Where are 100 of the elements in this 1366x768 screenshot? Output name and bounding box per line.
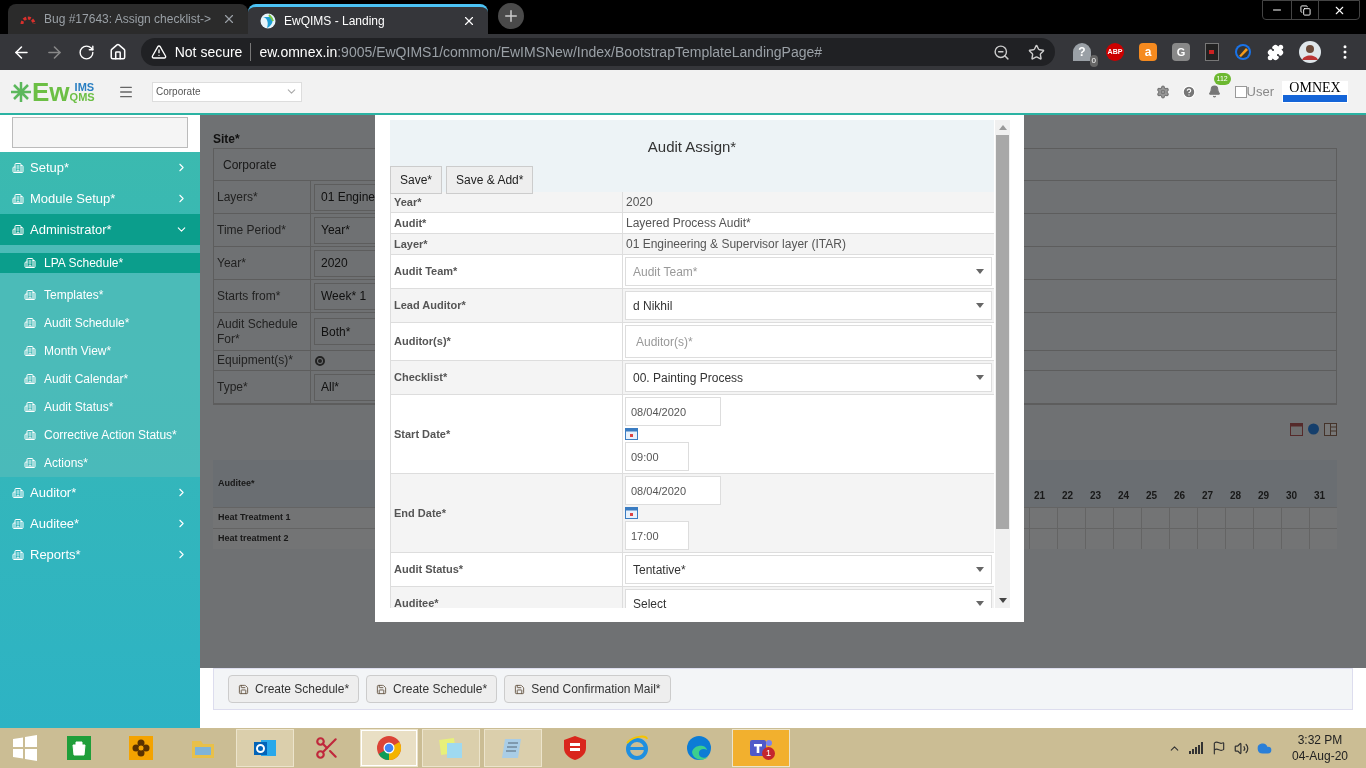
row-label: Year* <box>391 192 623 212</box>
save-icon <box>376 683 388 695</box>
help-icon[interactable] <box>1181 84 1196 99</box>
building-icon <box>12 223 24 236</box>
columns-icon[interactable] <box>1324 423 1337 436</box>
browser-tab[interactable]: EwQIMS - Landing <box>248 4 488 34</box>
sidebar-subitem[interactable]: Templates* <box>0 281 200 309</box>
building-icon <box>24 317 36 329</box>
sidebar-item[interactable]: Administrator* <box>0 214 200 245</box>
caret-icon <box>976 601 984 606</box>
date-field[interactable]: 08/04/2020 <box>625 397 721 426</box>
sidebar-subitem[interactable]: Actions* <box>0 449 200 477</box>
browser-tab[interactable]: Bug #17643: Assign checklist-> <box>8 4 248 34</box>
day-header: 25 <box>1145 488 1159 503</box>
action-button[interactable]: Send Confirmation Mail* <box>504 675 671 703</box>
building-icon <box>12 192 24 205</box>
calendar-icon[interactable] <box>625 507 638 519</box>
field-label: Equipment(s)* <box>214 351 311 370</box>
tab-title: Bug #17643: Assign checklist-> <box>44 11 213 28</box>
row-label: Heat treatment 2 <box>217 532 290 546</box>
swirl-icon <box>686 735 712 761</box>
site-select[interactable]: Corporate <box>152 81 302 102</box>
sidebar-item[interactable]: Module Setup* <box>0 183 200 214</box>
taskbar-app[interactable] <box>236 729 294 767</box>
plus-icon <box>502 7 520 25</box>
building-icon <box>24 457 36 469</box>
action-button[interactable]: Create Schedule* <box>366 675 498 703</box>
sidebar-subitem[interactable]: Month View* <box>0 337 200 365</box>
zoom-out-icon[interactable] <box>993 43 1010 61</box>
calendar-icon[interactable] <box>1290 423 1303 436</box>
building-icon <box>24 401 36 413</box>
row-value: 2020 <box>625 194 654 211</box>
select-field[interactable]: Select <box>625 589 992 608</box>
sidebar-subitem[interactable]: LPA Schedule* <box>0 253 200 273</box>
select-field[interactable]: d Nikhil <box>625 291 992 320</box>
time-field[interactable]: 09:00 <box>625 442 689 471</box>
input-field[interactable]: Auditor(s)* <box>625 325 992 358</box>
document-icon[interactable] <box>1205 43 1219 61</box>
extension-button[interactable]: G <box>1172 43 1190 61</box>
caret-icon <box>976 269 984 274</box>
star-icon[interactable] <box>1028 43 1045 61</box>
extension-button[interactable]: a <box>1139 43 1157 61</box>
address-bar[interactable]: Not secure ew.omnex.in:9005/EwQIMS1/common/EwIMSNew/Index/BootstrapTemplateLandingPage# <box>140 38 1055 66</box>
row-value: Layered Process Audit* <box>625 215 752 232</box>
action-button[interactable]: Create Schedule* <box>228 675 360 703</box>
sidebar-subitem[interactable]: Audit Schedule* <box>0 309 200 337</box>
brush-icon[interactable] <box>1234 43 1252 61</box>
calendar-icon[interactable] <box>625 428 638 440</box>
extension-button[interactable]: ? <box>1073 43 1091 61</box>
modal-button[interactable]: Save & Add* <box>446 165 534 194</box>
field-label: Layers* <box>214 181 311 213</box>
field-label: Audit Schedule For* <box>214 313 311 350</box>
flag-icon[interactable] <box>1211 741 1226 755</box>
taskbar-app[interactable]: 1 <box>732 729 790 767</box>
sidebar-item[interactable]: Auditor* <box>0 477 200 508</box>
field-label: Year* <box>214 247 311 279</box>
radio-button[interactable] <box>315 355 325 366</box>
restore-button[interactable] <box>1291 1 1319 19</box>
clock[interactable]: 3:32 PM 04-Aug-20 <box>1291 732 1348 764</box>
close-icon[interactable] <box>222 12 236 26</box>
home-icon[interactable] <box>108 43 127 61</box>
sidebar-item[interactable]: Auditee* <box>0 508 200 539</box>
reload-icon[interactable] <box>77 43 95 61</box>
sidebar-subitem[interactable]: Audit Calendar* <box>0 365 200 393</box>
new-tab-button[interactable] <box>498 3 524 29</box>
field-label: Type* <box>214 371 311 403</box>
warning-icon <box>150 44 167 60</box>
sidebar-item[interactable]: Reports* <box>0 539 200 570</box>
sidebar-subitem[interactable]: Corrective Action Status* <box>0 421 200 449</box>
sidebar-subitem[interactable]: Audit Status* <box>0 393 200 421</box>
row-label: Lead Auditor* <box>391 289 623 322</box>
select-field[interactable]: Tentative* <box>625 555 992 584</box>
select-field[interactable]: 00. Painting Process <box>625 363 992 392</box>
modal-button[interactable]: Save* <box>390 165 443 194</box>
day-header: 23 <box>1089 488 1103 503</box>
time-field[interactable]: 17:00 <box>625 521 689 550</box>
day-header: 28 <box>1229 488 1243 503</box>
user-checkbox[interactable] <box>1234 85 1247 98</box>
arrow-up-icon[interactable] <box>998 125 1007 130</box>
puzzle-icon[interactable] <box>1267 43 1284 61</box>
select-field[interactable]: Audit Team* <box>625 257 992 286</box>
signal-icon[interactable] <box>1188 742 1204 754</box>
speaker-icon[interactable] <box>1233 740 1249 756</box>
bell-icon[interactable] <box>1207 85 1221 98</box>
globe-icon <box>260 12 276 29</box>
day-header: 22 <box>1061 488 1075 503</box>
scrollbar[interactable] <box>995 120 1010 608</box>
settings-icon[interactable] <box>1155 84 1170 99</box>
row-label: Heat Treatment 1 <box>217 511 292 525</box>
tab-title: EwQIMS - Landing <box>284 12 386 30</box>
caret-icon <box>976 375 984 380</box>
day-header: 29 <box>1257 488 1271 503</box>
date-field[interactable]: 08/04/2020 <box>625 476 721 505</box>
day-header: 26 <box>1173 488 1187 503</box>
avatar-icon[interactable] <box>1299 41 1321 63</box>
building-icon <box>12 517 24 530</box>
sidebar-item[interactable]: Setup* <box>0 152 200 183</box>
arrow-down-icon[interactable] <box>998 598 1007 603</box>
scissors-icon <box>314 735 340 761</box>
taskbar-app[interactable] <box>360 729 418 767</box>
